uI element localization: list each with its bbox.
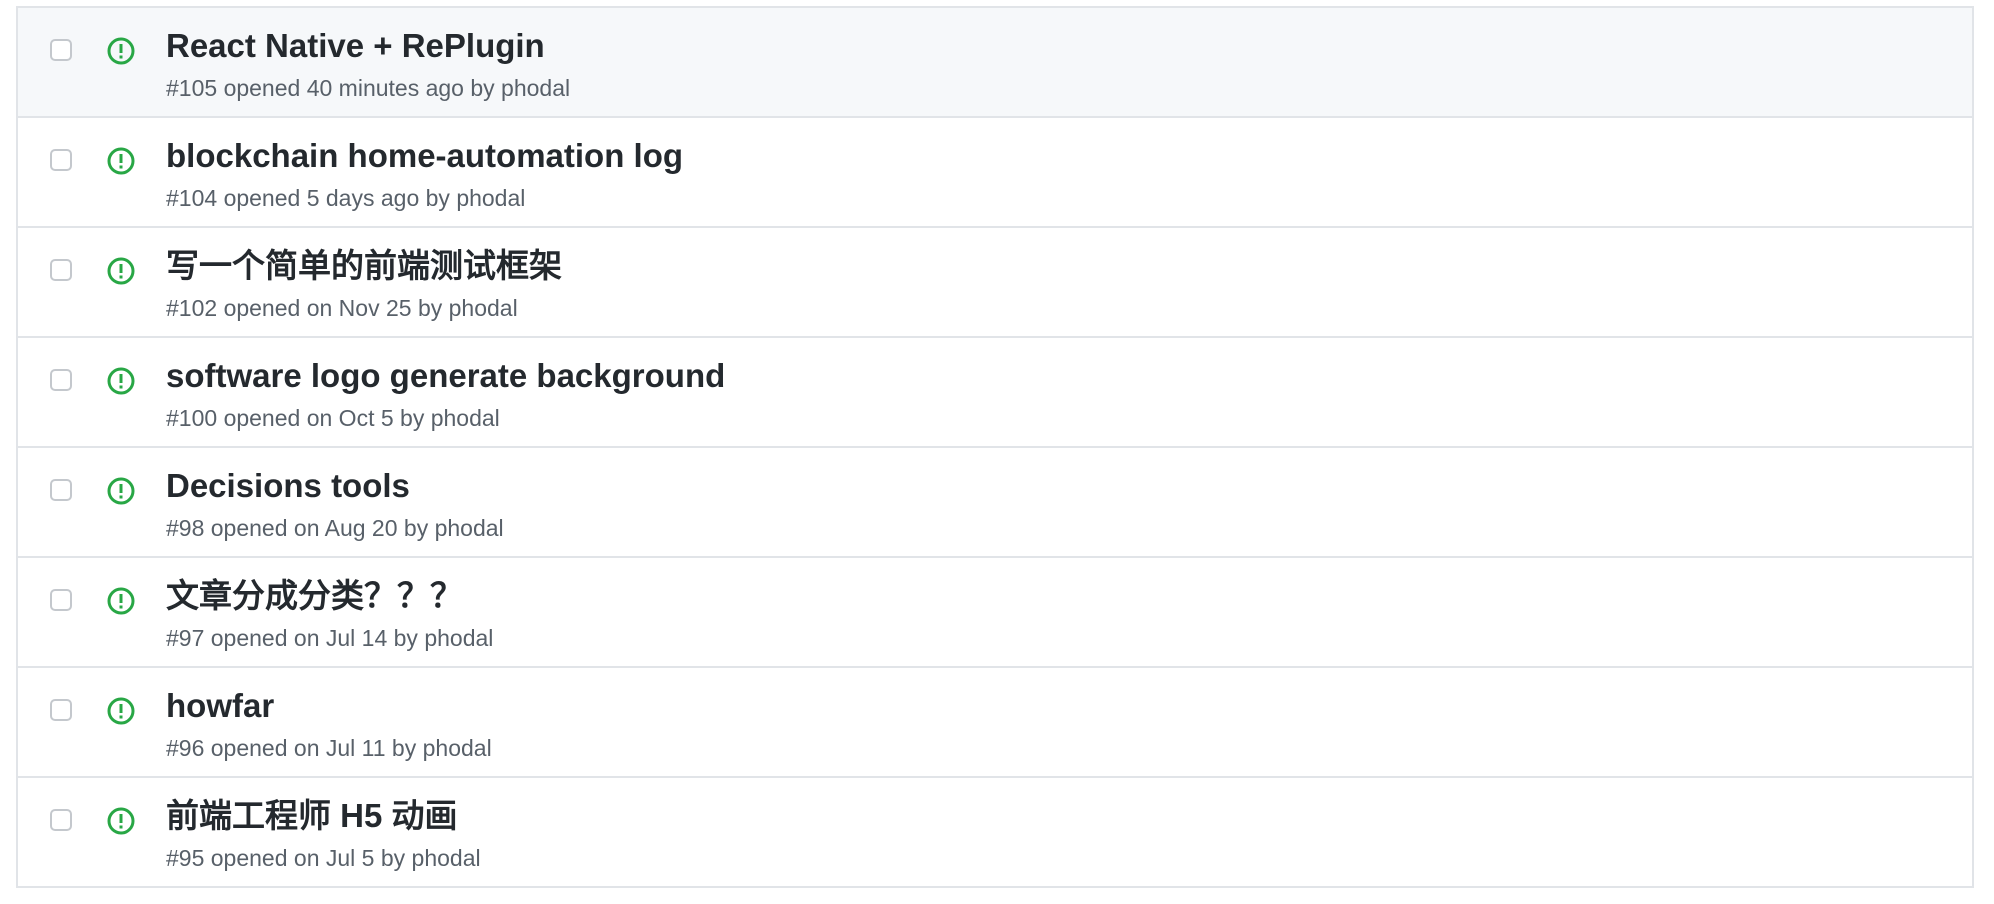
- issue-number: #105: [166, 75, 218, 101]
- issue-opened-icon: [107, 587, 135, 615]
- issue-opened-icon: [107, 147, 135, 175]
- issue-opened-text: opened 40 minutes ago by: [223, 75, 495, 101]
- issue-title-link[interactable]: 写一个简单的前端测试框架: [166, 246, 562, 286]
- issue-opened-text: opened 5 days ago by: [223, 185, 450, 211]
- issue-opened-icon: [107, 697, 135, 725]
- issue-title-link[interactable]: React Native + RePlugin: [166, 26, 545, 66]
- issue-opened-icon: [107, 37, 135, 65]
- issue-select-checkbox[interactable]: [50, 39, 72, 61]
- issue-select-checkbox[interactable]: [50, 809, 72, 831]
- issue-author-link[interactable]: phodal: [423, 735, 492, 761]
- issue-select-checkbox[interactable]: [50, 259, 72, 281]
- issue-opened-text: opened on Jul 5 by: [210, 845, 406, 871]
- issue-meta: #97 opened on Jul 14 by phodal: [166, 624, 493, 652]
- issue-row[interactable]: 文章分成分类？？？ #97 opened on Jul 14 by phodal: [18, 558, 1972, 668]
- issue-opened-text: opened on Nov 25 by: [223, 295, 443, 321]
- issue-meta: #96 opened on Jul 11 by phodal: [166, 734, 492, 762]
- issue-opened-icon: [107, 257, 135, 285]
- issue-opened-text: opened on Oct 5 by: [223, 405, 425, 431]
- issue-opened-text: opened on Jul 11 by: [210, 735, 417, 761]
- issue-title-link[interactable]: Decisions tools: [166, 466, 410, 506]
- issue-meta: #95 opened on Jul 5 by phodal: [166, 844, 481, 872]
- issue-select-checkbox[interactable]: [50, 589, 72, 611]
- issue-title-link[interactable]: 文章分成分类？？？: [166, 576, 463, 616]
- issue-author-link[interactable]: phodal: [412, 845, 481, 871]
- issue-select-checkbox[interactable]: [50, 149, 72, 171]
- issue-number: #104: [166, 185, 218, 211]
- issue-title-link[interactable]: 前端工程师 H5 动画: [166, 796, 458, 836]
- issue-meta: #98 opened on Aug 20 by phodal: [166, 514, 504, 542]
- issues-list: React Native + RePlugin #105 opened 40 m…: [16, 6, 1974, 888]
- issue-title-link[interactable]: blockchain home-automation log: [166, 136, 683, 176]
- issue-opened-icon: [107, 477, 135, 505]
- issue-number: #95: [166, 845, 205, 871]
- issue-author-link[interactable]: phodal: [431, 405, 500, 431]
- issue-author-link[interactable]: phodal: [456, 185, 525, 211]
- issue-row[interactable]: 前端工程师 H5 动画 #95 opened on Jul 5 by phoda…: [18, 778, 1972, 888]
- issue-author-link[interactable]: phodal: [435, 515, 504, 541]
- issue-number: #96: [166, 735, 205, 761]
- issue-select-checkbox[interactable]: [50, 699, 72, 721]
- issue-select-checkbox[interactable]: [50, 479, 72, 501]
- issue-select-checkbox[interactable]: [50, 369, 72, 391]
- issue-title-link[interactable]: howfar: [166, 686, 274, 726]
- issue-opened-text: opened on Aug 20 by: [210, 515, 429, 541]
- issue-meta: #100 opened on Oct 5 by phodal: [166, 404, 500, 432]
- issue-opened-icon: [107, 367, 135, 395]
- issue-meta: #102 opened on Nov 25 by phodal: [166, 294, 518, 322]
- issue-row[interactable]: 写一个简单的前端测试框架 #102 opened on Nov 25 by ph…: [18, 228, 1972, 338]
- issue-number: #100: [166, 405, 218, 431]
- issue-meta: #104 opened 5 days ago by phodal: [166, 184, 525, 212]
- issue-author-link[interactable]: phodal: [424, 625, 493, 651]
- issue-author-link[interactable]: phodal: [449, 295, 518, 321]
- issue-row[interactable]: software logo generate background #100 o…: [18, 338, 1972, 448]
- issue-row[interactable]: howfar #96 opened on Jul 11 by phodal: [18, 668, 1972, 778]
- issue-row[interactable]: React Native + RePlugin #105 opened 40 m…: [18, 8, 1972, 118]
- issue-author-link[interactable]: phodal: [501, 75, 570, 101]
- issue-title-link[interactable]: software logo generate background: [166, 356, 725, 396]
- issue-number: #98: [166, 515, 205, 541]
- issue-row[interactable]: Decisions tools #98 opened on Aug 20 by …: [18, 448, 1972, 558]
- issue-opened-icon: [107, 807, 135, 835]
- issue-meta: #105 opened 40 minutes ago by phodal: [166, 74, 570, 102]
- issue-number: #102: [166, 295, 218, 321]
- issue-opened-text: opened on Jul 14 by: [210, 625, 418, 651]
- issue-number: #97: [166, 625, 205, 651]
- issue-row[interactable]: blockchain home-automation log #104 open…: [18, 118, 1972, 228]
